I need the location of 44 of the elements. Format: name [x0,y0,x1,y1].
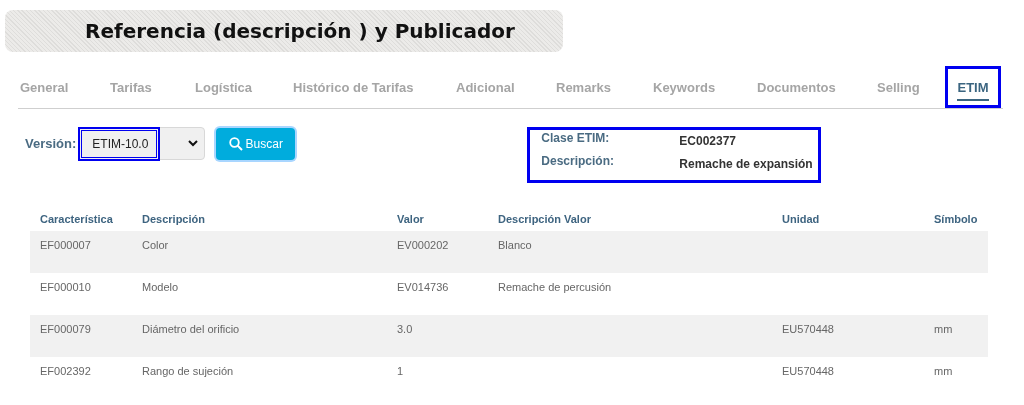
table-cell: EF002392 [40,365,91,377]
table-cell: EU570448 [782,323,834,335]
column-header: Unidad [772,205,924,231]
tab[interactable]: General [18,66,108,108]
table-cell: Modelo [142,281,179,293]
search-button[interactable]: Buscar [216,128,296,160]
table-cell: mm [934,323,953,335]
tab[interactable]: Remarks [554,66,651,108]
tab[interactable]: ETIM [945,66,1001,108]
table-cell: Remache de percusión [498,281,612,293]
table-cell: 3.0 [397,323,413,335]
tab[interactable]: Tarifas [108,66,193,108]
table-cell: EU570448 [782,365,834,377]
tab[interactable]: Adicional [454,66,554,108]
table-cell: EV014736 [397,281,449,293]
column-header: Descripción [132,205,387,231]
column-header: Descripción Valor [488,205,772,231]
tab[interactable]: Logística [193,66,291,108]
field-label: Descripción: [541,154,615,170]
field-label: Clase ETIM: [541,131,611,147]
column-header: Valor [387,205,488,231]
field-value: EC002377 [679,133,737,148]
chevron-down-icon [188,140,199,147]
table-cell: EF000079 [40,323,91,335]
page-title: Referencia (descripción ) y Publicador [85,19,515,43]
table-cell: EV000202 [397,239,449,251]
column-header: Característica [30,205,132,231]
tab[interactable]: Histórico de Tarifas [291,66,454,108]
version-label: Versión: [25,136,77,153]
field-value: Remache de expansión [679,156,814,171]
search-icon [228,137,243,151]
table-cell: EF000010 [40,281,91,293]
table-cell: Diámetro del orificio [142,323,240,335]
column-header: Símbolo [924,205,988,231]
table-cell: mm [934,365,953,377]
tab[interactable]: Selling [875,66,945,108]
table-cell: Rango de sujeción [142,365,234,377]
tab[interactable]: Documentos [755,66,875,108]
version-select[interactable]: ETIM-10.0 [78,127,206,160]
table-cell: Blanco [498,239,532,251]
table-cell: 1 [397,365,404,377]
tab[interactable]: Keywords [651,66,755,108]
table-cell: Color [142,239,169,251]
table-cell: EF000007 [40,239,91,251]
